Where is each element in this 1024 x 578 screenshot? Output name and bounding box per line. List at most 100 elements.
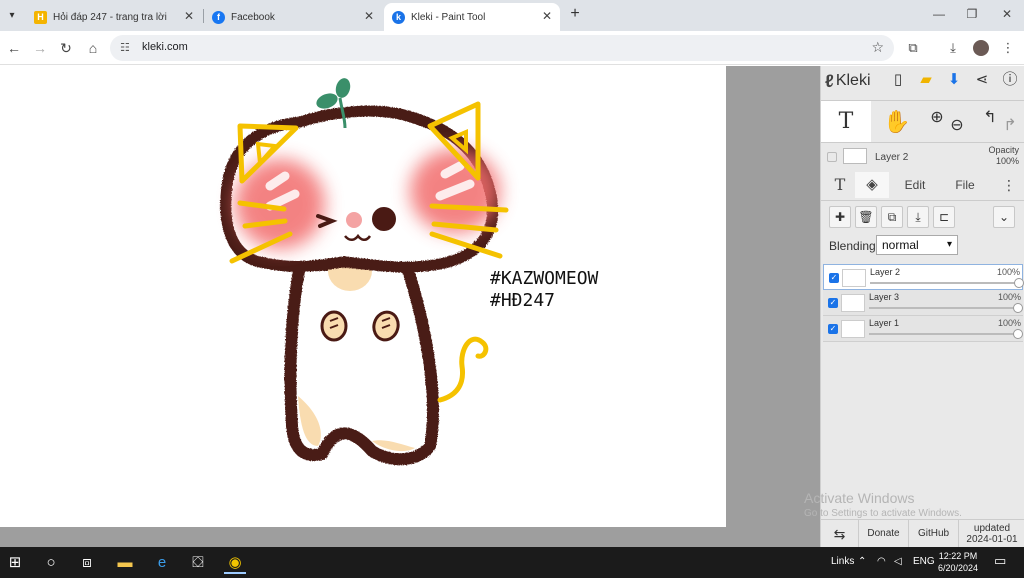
chrome-icon[interactable]: ◉ — [224, 552, 246, 574]
undo-icon[interactable]: ↰ — [979, 101, 1001, 143]
share-icon[interactable]: ⋖ — [973, 71, 991, 89]
layer-item[interactable]: ✓ Layer 2 100% — [823, 264, 1024, 290]
blending-select[interactable]: normal ▾ — [876, 235, 958, 255]
hoidap-favicon-icon: H — [34, 10, 47, 24]
tab-layers-icon[interactable]: ◈ — [855, 172, 889, 198]
network-icon[interactable]: ◠ — [877, 556, 886, 567]
tab-file[interactable]: File — [945, 172, 985, 198]
blending-row: Blending normal ▾ — [821, 232, 1024, 258]
redo-icon[interactable]: ↱ — [999, 101, 1021, 143]
slider-knob[interactable] — [1014, 278, 1024, 288]
layer-name: Layer 1 — [869, 318, 900, 328]
help-icon[interactable]: ⓘ — [1001, 71, 1019, 89]
tool-panel: ℓ Kleki ▯ ▰ ⬇ ⋖ ⓘ T ✋ ⊕ ⊖ ↰ ↱ Layer 2 Op… — [820, 66, 1024, 548]
layer-opacity: 100% — [997, 292, 1021, 302]
blending-label: Blending — [829, 239, 876, 253]
updated-label: updated — [973, 523, 1011, 534]
new-image-icon[interactable]: ▯ — [889, 71, 907, 89]
restore-button[interactable]: ❐ — [963, 7, 981, 23]
swap-panel-icon[interactable]: ⇆ — [821, 520, 859, 548]
layer-dropdown-icon[interactable]: ⌄ — [993, 206, 1015, 228]
clock-time: 12:22 PM — [938, 551, 978, 561]
links-toolbar[interactable]: Links — [831, 556, 854, 567]
zoom-out-icon[interactable]: ⊖ — [945, 101, 969, 143]
close-icon[interactable]: ✕ — [542, 9, 552, 23]
drawing-canvas[interactable]: #KAZWOMEOW #HĐ247 — [0, 66, 726, 527]
slider-knob[interactable] — [1013, 329, 1023, 339]
tab-text-icon[interactable]: T — [825, 172, 855, 198]
rename-layer-icon[interactable]: ⊏ — [933, 206, 955, 228]
notifications-icon[interactable]: ▭ — [994, 553, 1006, 569]
tab-search-button[interactable]: ▾ — [2, 5, 22, 25]
brand-name: Kleki — [835, 72, 871, 89]
browser-menu-icon[interactable]: ⋮ — [999, 39, 1017, 57]
forward-button[interactable]: → — [31, 39, 49, 57]
minimize-button[interactable]: — — [930, 7, 948, 23]
extensions-icon[interactable]: ⧉ — [904, 39, 922, 57]
tab-facebook[interactable]: f Facebook ✕ — [204, 3, 382, 31]
layer-opacity-slider[interactable] — [870, 278, 1024, 288]
layer-thumbnail — [843, 148, 867, 164]
layer-item[interactable]: ✓ Layer 1 100% — [823, 316, 1023, 342]
tab-kleki[interactable]: k Kleki - Paint Tool ✕ — [384, 3, 560, 31]
back-button[interactable]: ← — [5, 39, 23, 57]
window-close-button[interactable]: ✕ — [998, 7, 1016, 23]
changelog-link[interactable]: updated 2024-01-01 — [959, 520, 1024, 548]
reload-button[interactable]: ↻ — [57, 39, 75, 57]
tab-title: Kleki - Paint Tool — [411, 11, 486, 23]
tab-title: Hỏi đáp 247 - trang tra lời — [53, 11, 167, 23]
new-tab-button[interactable]: + — [566, 6, 584, 24]
downloads-icon[interactable]: ⤓ — [944, 39, 962, 57]
store-icon[interactable]: ⛋ — [187, 552, 209, 574]
layer-checkbox[interactable]: ✓ — [829, 273, 839, 283]
panel-more-icon[interactable]: ⋮ — [999, 172, 1019, 198]
open-folder-icon[interactable]: ▰ — [917, 71, 935, 89]
home-button[interactable]: ⌂ — [84, 39, 102, 57]
layer-visible-checkbox[interactable] — [827, 152, 837, 162]
layer-item[interactable]: ✓ Layer 3 100% — [823, 290, 1023, 316]
duplicate-layer-icon[interactable]: ⧉ — [881, 206, 903, 228]
panel-footer: ⇆ Donate GitHub updated 2024-01-01 — [821, 519, 1024, 548]
add-layer-button[interactable]: ✚ — [829, 206, 851, 228]
layer-opacity-slider[interactable] — [869, 329, 1023, 339]
layer-opacity-slider[interactable] — [869, 303, 1023, 313]
cat-drawing: #KAZWOMEOW #HĐ247 — [220, 78, 599, 466]
slider-knob[interactable] — [1013, 303, 1023, 313]
kleki-favicon-icon: k — [392, 10, 405, 24]
save-download-icon[interactable]: ⬇ — [945, 71, 963, 89]
edge-icon[interactable]: e — [151, 552, 173, 574]
address-bar[interactable]: ☷ kleki.com ☆ — [110, 35, 894, 61]
url-text[interactable]: kleki.com — [142, 41, 188, 53]
search-icon[interactable]: ○ — [40, 552, 62, 574]
site-info-icon[interactable]: ☷ — [120, 41, 130, 54]
layer-opacity: 100% — [996, 267, 1020, 277]
hand-tool-icon[interactable]: ✋ — [879, 101, 915, 143]
volume-icon[interactable]: ◁ — [894, 556, 902, 567]
clock[interactable]: 12:22 PM 6/20/2024 — [938, 550, 978, 574]
merge-down-icon[interactable]: ⤓ — [907, 206, 929, 228]
layer-thumbnail — [841, 320, 865, 338]
layer-checkbox[interactable]: ✓ — [828, 324, 838, 334]
delete-layer-icon[interactable]: 🗑 — [855, 206, 877, 228]
language-indicator[interactable]: ENG — [913, 556, 935, 567]
close-icon[interactable]: ✕ — [364, 9, 374, 23]
kleki-brand[interactable]: ℓ Kleki — [825, 70, 871, 92]
task-view-icon[interactable]: ⧈ — [76, 552, 98, 574]
close-icon[interactable]: ✕ — [184, 9, 194, 23]
donate-link[interactable]: Donate — [859, 520, 909, 548]
tab-edit[interactable]: Edit — [893, 172, 937, 198]
layer-checkbox[interactable]: ✓ — [828, 298, 838, 308]
tab-hoidap[interactable]: H Hỏi đáp 247 - trang tra lời ✕ — [26, 3, 202, 31]
file-explorer-icon[interactable]: ▬ — [114, 552, 136, 574]
windows-start-icon[interactable]: ⊞ — [4, 552, 26, 574]
blending-value: normal — [882, 238, 919, 252]
browser-toolbar: ← → ↻ ⌂ ☷ kleki.com ☆ ⧉ ⤓ ⋮ — [0, 31, 1024, 65]
watermark-title: Activate Windows — [804, 490, 915, 506]
text-tool-button[interactable]: T — [821, 101, 871, 143]
tray-expand-icon[interactable]: ⌃ — [858, 556, 866, 567]
github-link[interactable]: GitHub — [909, 520, 959, 548]
canvas-text-line1: #KAZWOMEOW — [490, 268, 599, 289]
profile-avatar[interactable] — [973, 40, 989, 56]
bookmark-star-icon[interactable]: ☆ — [871, 39, 884, 56]
watermark-subtitle: Go to Settings to activate Windows. — [804, 508, 962, 519]
